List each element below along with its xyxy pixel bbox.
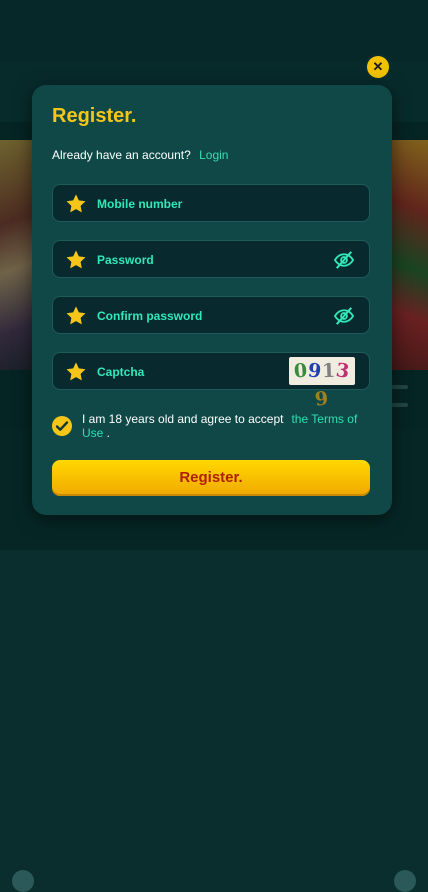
terms-checkbox[interactable]: [52, 416, 72, 436]
mobile-number-label: Mobile number: [97, 197, 183, 211]
mobile-number-field[interactable]: Mobile number: [52, 184, 370, 222]
close-icon: ✕: [372, 59, 384, 74]
nav-icon: [394, 870, 416, 892]
captcha-field[interactable]: Captcha 09139: [52, 352, 370, 411]
star-icon: [66, 306, 86, 325]
checkmark-icon: [55, 421, 69, 431]
account-prompt-line: Already have an account? Login: [52, 148, 228, 162]
terms-statement: I am 18 years old and agree to accept: [82, 412, 284, 426]
close-button[interactable]: ✕: [367, 56, 389, 78]
terms-link-continued[interactable]: Use: [82, 426, 103, 440]
terms-text: I am 18 years old and agree to accept the…: [82, 412, 374, 440]
password-label: Password: [97, 253, 154, 267]
login-link[interactable]: Login: [199, 148, 228, 162]
account-prompt: Already have an account?: [52, 148, 191, 162]
terms-link[interactable]: the Terms of: [291, 412, 357, 426]
star-icon: [66, 250, 86, 269]
star-icon: [66, 194, 86, 213]
eye-off-icon[interactable]: [333, 306, 355, 326]
confirm-password-label: Confirm password: [97, 309, 203, 323]
confirm-password-field[interactable]: Confirm password: [52, 296, 370, 334]
captcha-label: Captcha: [97, 365, 145, 379]
eye-off-icon[interactable]: [333, 250, 355, 270]
captcha-image[interactable]: 09139: [289, 357, 355, 411]
captcha-digit: 3: [334, 359, 352, 383]
terms-period: .: [103, 426, 111, 440]
modal-title: Register.: [52, 105, 137, 127]
nav-icon: [12, 870, 34, 892]
star-icon: [66, 362, 86, 381]
password-field[interactable]: Password: [52, 240, 370, 278]
captcha-digit: 9: [313, 387, 331, 411]
register-button[interactable]: Register.: [52, 460, 370, 496]
register-modal: Register. Already have an account? Login…: [32, 85, 392, 515]
